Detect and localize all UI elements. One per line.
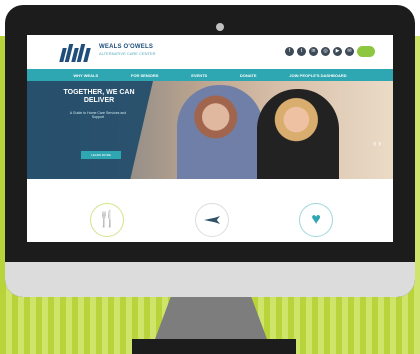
monitor-stand [155,297,267,339]
donate-icon[interactable] [357,46,375,57]
youtube-icon[interactable]: ▶ [333,47,342,56]
brand-title: WEALS O'OWELS [99,44,154,50]
twitter-icon[interactable]: t [297,47,306,56]
monitor-chin [5,262,415,297]
site-header: WEALS O'OWELS ALTERNATIVE CARE CENTER f … [27,35,393,69]
hero-text: A Guide to Home Care Services and Suppor… [69,111,127,119]
website-screen: WEALS O'OWELS ALTERNATIVE CARE CENTER f … [27,35,393,242]
younger-woman-image [257,89,339,179]
feature-icons: 🍴 ♥ [27,179,393,242]
nav-item-for-seniors[interactable]: FOR SENIORS [131,73,159,78]
hero-banner: TOGETHER, WE CAN DELIVER A Guide to Home… [27,81,393,179]
linkedin-icon[interactable]: in [309,47,318,56]
main-navigation: WHY WEALS FOR SENIORS EVENTS DONATE JOIN… [27,69,393,81]
social-links: f t in ◎ ▶ ✉ [285,46,375,57]
meals-feature[interactable]: 🍴 [90,203,124,237]
logo-icon[interactable] [59,44,93,62]
nav-item-donate[interactable]: DONATE [240,73,257,78]
travel-feature[interactable] [195,203,229,237]
fork-icon: 🍴 [97,211,117,228]
plane-icon [204,216,220,224]
mail-icon[interactable]: ✉ [345,47,354,56]
hero-title: TOGETHER, WE CAN DELIVER [63,89,135,104]
camera-icon [216,23,224,31]
nav-item-dashboard[interactable]: JOIN PEOPLE'S DASHBOARD [289,73,346,78]
brand-text[interactable]: WEALS O'OWELS ALTERNATIVE CARE CENTER [99,44,169,64]
monitor-base [132,339,296,354]
nav-item-why-weals[interactable]: WHY WEALS [73,73,98,78]
older-woman-image [177,85,263,179]
brand-subtitle: ALTERNATIVE CARE CENTER [99,51,156,56]
instagram-icon[interactable]: ◎ [321,47,330,56]
care-feature[interactable]: ♥ [299,203,333,237]
nav-item-events[interactable]: EVENTS [191,73,207,78]
heart-icon: ♥ [311,211,321,228]
facebook-icon[interactable]: f [285,47,294,56]
hero-button[interactable]: LEARN MORE [81,151,121,159]
slider-arrows[interactable]: ‹ › [373,139,381,148]
